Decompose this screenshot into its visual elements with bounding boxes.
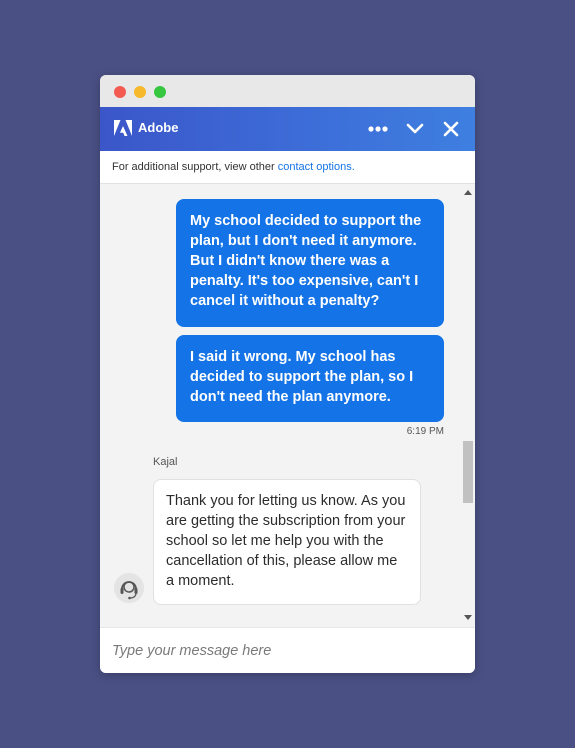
support-bar: For additional support, view other conta… [100,151,475,184]
scroll-down-arrow-icon[interactable] [464,615,472,620]
agent-avatar [114,573,144,603]
contact-options-link[interactable]: contact options. [278,161,355,173]
chevron-down-icon [406,123,424,134]
agent-name: Kajal [153,456,178,468]
agent-message: Thank you for letting us know. As you ar… [153,479,421,605]
message-list: My school decided to support the plan, b… [100,184,475,627]
scrollbar-thumb[interactable] [463,441,473,503]
agent-headset-icon [114,573,144,603]
composer [100,627,475,673]
close-chat-button[interactable] [437,115,465,143]
window-close-button[interactable] [114,86,126,98]
user-message: My school decided to support the plan, b… [176,199,444,327]
window-zoom-button[interactable] [154,86,166,98]
window-minimize-button[interactable] [134,86,146,98]
message-timestamp: 6:19 PM [406,426,444,437]
more-options-button[interactable] [364,115,392,143]
message-scrollbar[interactable] [461,184,475,627]
user-message: I said it wrong. My school has decided t… [176,335,444,422]
collapse-chat-button[interactable] [401,115,429,143]
more-options-icon [368,126,388,132]
brand-name: Adobe [138,120,179,135]
scroll-up-arrow-icon[interactable] [464,190,472,195]
adobe-logo-icon [114,119,132,137]
close-icon [443,121,459,137]
chat-header: Adobe [100,107,475,151]
chat-window: Adobe For additional support, view other… [100,75,475,673]
support-text: For additional support, view other [112,161,278,173]
message-input[interactable] [100,628,475,673]
window-titlebar [100,75,475,107]
